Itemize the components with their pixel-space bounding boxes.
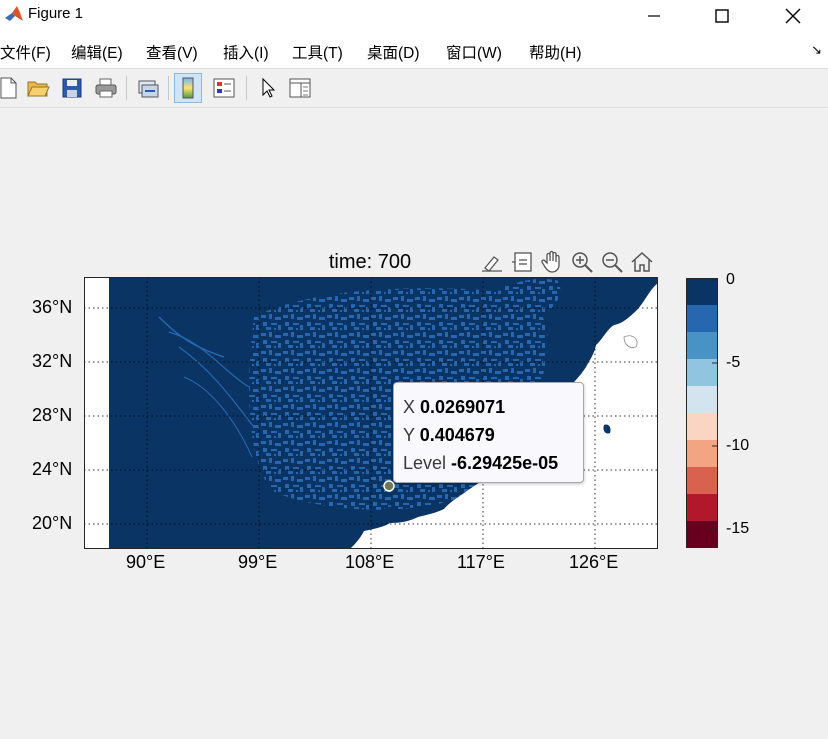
colorbar-band	[686, 332, 718, 360]
menu-overflow-arrow[interactable]: ↘	[811, 42, 822, 58]
x-tick-label: 126°E	[569, 552, 619, 572]
datatip-y-value: 0.404679	[419, 425, 495, 445]
zoom-out-icon	[602, 252, 623, 273]
minimize-button[interactable]	[631, 0, 677, 32]
menu-edit[interactable]: 编辑(E)	[71, 41, 123, 63]
datatip-y-row: Y 0.404679	[403, 425, 495, 446]
property-inspector-button[interactable]	[286, 73, 314, 103]
menu-view[interactable]: 查看(V)	[146, 41, 198, 63]
toolbar-separator	[246, 76, 247, 100]
zoom-out-button[interactable]	[598, 248, 626, 276]
new-figure-icon	[0, 77, 17, 99]
y-tick-label: 32°N	[32, 351, 73, 371]
edit-plot-button[interactable]	[254, 73, 282, 103]
colorbar-tick-label: -10	[726, 437, 750, 454]
colorbar-tick-label: -15	[726, 520, 750, 537]
legend-icon	[213, 78, 235, 98]
toolbar-separator	[126, 76, 127, 100]
data-tips-icon	[512, 252, 532, 272]
new-figure-button[interactable]	[0, 73, 22, 103]
menu-insert[interactable]: 插入(I)	[223, 41, 269, 63]
brush-icon	[482, 256, 502, 272]
datatip-x-label: X	[403, 397, 416, 417]
print-icon	[95, 78, 117, 98]
open-file-icon	[27, 81, 50, 97]
colorbar-band	[686, 494, 718, 522]
maximize-button[interactable]	[699, 0, 745, 32]
datatip-x-value: 0.0269071	[420, 397, 506, 417]
x-tick-label: 108°E	[345, 552, 395, 572]
property-inspector-icon	[289, 78, 311, 98]
colorbar-band	[686, 440, 718, 468]
y-tick-label: 24°N	[32, 459, 73, 479]
title-bar: Figure 1	[0, 0, 828, 32]
menu-bar: 文件(F) 编辑(E) 查看(V) 插入(I) 工具(T) 桌面(D) 窗口(W…	[0, 32, 828, 69]
datatip-level-value: -6.29425e-05	[451, 453, 559, 473]
edit-plot-icon	[262, 77, 276, 98]
link-plot-icon	[138, 80, 159, 98]
colorbar-band	[686, 278, 718, 306]
x-tick-label: 117°E	[457, 552, 505, 572]
close-icon	[785, 8, 801, 24]
window-title: Figure 1	[28, 5, 84, 22]
axes-toolbar	[478, 248, 658, 276]
toolbar-separator	[168, 76, 169, 100]
datatip-level-label: Level	[403, 453, 447, 473]
colorbar-band	[686, 305, 718, 333]
menu-file[interactable]: 文件(F)	[0, 41, 51, 63]
x-tick-label: 99°E	[238, 552, 278, 572]
pan-icon	[541, 250, 560, 273]
colorbar[interactable]	[686, 278, 718, 548]
figure-toolbar	[0, 69, 828, 108]
colorbar-icon	[182, 77, 194, 99]
print-button[interactable]	[92, 73, 120, 103]
minimize-icon	[648, 15, 660, 17]
x-tick-label: 90°E	[126, 552, 166, 572]
zoom-in-button[interactable]	[568, 248, 596, 276]
datatip-x-row: X 0.0269071	[403, 397, 505, 418]
menu-window[interactable]: 窗口(W)	[446, 41, 502, 63]
brush-button[interactable]	[478, 248, 506, 276]
colorbar-tick-label: -5	[726, 354, 741, 371]
save-button[interactable]	[58, 73, 86, 103]
menu-help[interactable]: 帮助(H)	[529, 41, 582, 63]
datatip-level-row: Level -6.29425e-05	[403, 453, 558, 474]
save-icon	[62, 78, 82, 98]
y-tick-label: 28°N	[32, 405, 73, 425]
datatip-marker[interactable]	[383, 480, 395, 492]
colorbar-button[interactable]	[174, 73, 202, 103]
link-plot-button[interactable]	[134, 73, 162, 103]
colorbar-band	[686, 521, 718, 548]
menu-desktop[interactable]: 桌面(D)	[367, 41, 420, 63]
close-button[interactable]	[770, 0, 816, 32]
y-tick-label: 20°N	[32, 513, 73, 533]
colorbar-band	[686, 467, 718, 495]
pan-button[interactable]	[538, 248, 566, 276]
datatip-y-label: Y	[403, 425, 415, 445]
legend-button[interactable]	[210, 73, 238, 103]
data-tips-button[interactable]	[508, 248, 536, 276]
colorbar-band	[686, 386, 718, 414]
restore-view-button[interactable]	[628, 248, 656, 276]
y-tick-label: 36°N	[32, 297, 73, 317]
datatip-box[interactable]: X 0.0269071 Y 0.404679 Level -6.29425e-0…	[393, 382, 584, 483]
colorbar-band	[686, 413, 718, 441]
zoom-in-icon	[572, 252, 593, 273]
colorbar-tick-label: 0	[726, 271, 735, 288]
plot-title: time: 700	[328, 251, 412, 273]
open-file-button[interactable]	[24, 73, 52, 103]
maximize-icon	[715, 9, 729, 23]
matlab-logo-icon	[4, 4, 24, 24]
menu-tools[interactable]: 工具(T)	[292, 41, 343, 63]
restore-view-icon	[631, 251, 653, 272]
